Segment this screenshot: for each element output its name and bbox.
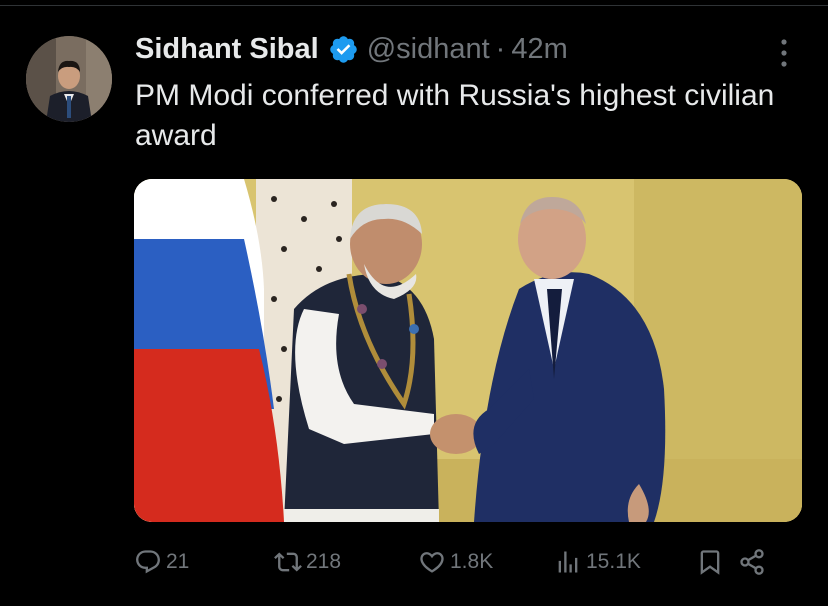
- tweet-media-image[interactable]: [134, 179, 802, 522]
- timestamp[interactable]: 42m: [511, 33, 567, 66]
- photo-handshake: [134, 179, 802, 522]
- reply-button[interactable]: 21: [134, 540, 189, 584]
- repost-button[interactable]: 218: [274, 540, 341, 584]
- share-icon: [738, 548, 770, 576]
- like-count: 1.8K: [450, 550, 494, 573]
- views-icon: [554, 548, 586, 576]
- reply-count: 21: [166, 550, 190, 573]
- avatar[interactable]: [26, 36, 112, 122]
- like-icon: [418, 548, 450, 576]
- bookmark-icon: [696, 548, 728, 576]
- author-name[interactable]: Sidhant Sibal: [135, 33, 319, 66]
- view-count: 15.1K: [586, 550, 641, 573]
- like-button[interactable]: 1.8K: [418, 540, 493, 584]
- author-handle[interactable]: @sidhant: [367, 33, 490, 66]
- verified-badge-icon: [329, 35, 357, 63]
- tweet-header: Sidhant Sibal @sidhant · 42m: [135, 26, 568, 72]
- more-options-icon[interactable]: [776, 36, 792, 70]
- repost-count: 218: [306, 550, 342, 573]
- views-button[interactable]: 15.1K: [554, 540, 641, 584]
- share-button[interactable]: [738, 540, 770, 584]
- avatar-image: [26, 36, 112, 122]
- top-divider: [0, 5, 828, 6]
- separator-dot: ·: [495, 32, 506, 65]
- reply-icon: [134, 548, 166, 576]
- bookmark-button[interactable]: [696, 540, 728, 584]
- repost-icon: [274, 548, 306, 576]
- tweet-text: PM Modi conferred with Russia's highest …: [135, 79, 775, 152]
- tweet-action-bar: 21 218 1.8K 15.1K: [134, 540, 794, 584]
